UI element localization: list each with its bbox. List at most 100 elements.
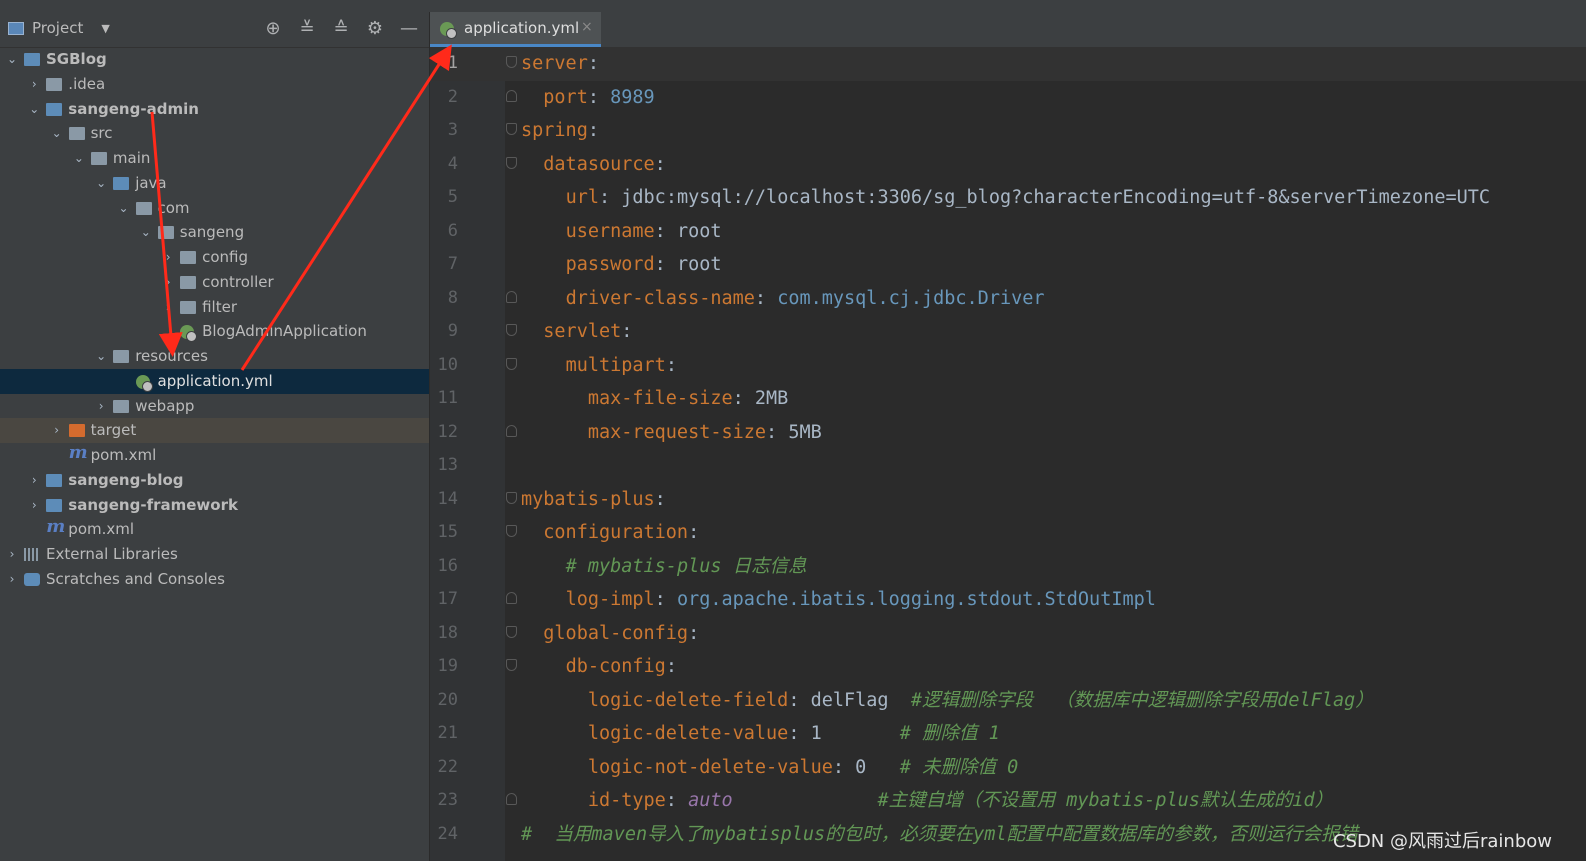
chevron-right-icon[interactable]: › xyxy=(51,418,63,443)
chevron-right-icon[interactable]: › xyxy=(28,72,40,97)
code-token: : xyxy=(832,756,856,778)
tree-row[interactable]: ⌄ sangeng xyxy=(0,220,429,245)
chevron-right-icon[interactable]: › xyxy=(6,567,18,592)
tree-row[interactable]: BlogAdminApplication xyxy=(0,319,429,344)
tree-item-label: pom.xml xyxy=(90,446,157,464)
csdn-watermark: CSDN @风雨过后rainbow xyxy=(1332,831,1552,852)
tree-row[interactable]: m pom.xml xyxy=(0,516,429,542)
fold-close-icon[interactable] xyxy=(506,793,517,805)
tree-row[interactable]: › Scratches and Consoles xyxy=(0,567,429,592)
tree-row[interactable]: ⌄ SGBlog xyxy=(0,47,429,72)
tree-row[interactable]: m pom.xml xyxy=(0,442,429,468)
chevron-down-icon[interactable]: ⌄ xyxy=(118,196,130,221)
fold-close-icon[interactable] xyxy=(506,89,517,102)
chevron-down-icon[interactable]: ⌄ xyxy=(28,97,40,122)
fold-open-icon[interactable] xyxy=(506,625,517,638)
code-line[interactable]: 22 logic-not-delete-value: 0 # 未删除值 0 xyxy=(430,751,1586,785)
maven-icon: m xyxy=(68,442,88,463)
code-line[interactable]: 16 # mybatis-plus 日志信息 xyxy=(430,550,1586,584)
chevron-right-icon[interactable]: › xyxy=(162,295,174,320)
code-line[interactable]: 17 log-impl: org.apache.ibatis.logging.s… xyxy=(430,583,1586,617)
tree-row[interactable]: ⌄ sangeng-admin xyxy=(0,97,429,122)
code-line[interactable]: 13 xyxy=(430,449,1586,483)
collapse-all-icon[interactable]: ≙ xyxy=(330,18,352,39)
locate-icon[interactable]: ⊕ xyxy=(262,18,284,39)
code-line[interactable]: 23 id-type: auto #主键自增（不设置用 mybatis-plus… xyxy=(430,784,1586,818)
tab-application-yml[interactable]: application.yml × xyxy=(430,12,601,47)
tree-row[interactable]: › External Libraries xyxy=(0,542,429,567)
chevron-down-icon[interactable]: ⌄ xyxy=(95,171,107,196)
code-token: driver-class-name xyxy=(565,287,755,309)
chevron-down-icon[interactable]: ⌄ xyxy=(73,146,85,171)
code-line[interactable]: 14 mybatis-plus: xyxy=(430,483,1586,517)
fold-open-icon[interactable] xyxy=(506,123,517,135)
code-line[interactable]: 15 configuration: xyxy=(430,516,1586,550)
tree-row[interactable]: › sangeng-blog xyxy=(0,468,429,493)
code-line[interactable]: 19 db-config: xyxy=(430,650,1586,684)
code-line[interactable]: 10 multipart: xyxy=(430,349,1586,383)
code-token: auto xyxy=(688,790,733,811)
settings-icon[interactable]: ⚙ xyxy=(364,18,386,39)
chevron-right-icon[interactable]: › xyxy=(162,245,174,270)
tree-row[interactable]: ⌄ com xyxy=(0,196,429,221)
chevron-right-icon[interactable]: › xyxy=(28,493,40,518)
code-line[interactable]: 5 url: jdbc:mysql://localhost:3306/sg_bl… xyxy=(430,181,1586,215)
tree-row[interactable]: › sangeng-framework xyxy=(0,493,429,518)
fold-open-icon[interactable] xyxy=(506,525,517,537)
code-line[interactable]: 20 logic-delete-field: delFlag #逻辑删除字段 （… xyxy=(430,684,1586,718)
chevron-right-icon[interactable]: › xyxy=(95,394,107,419)
fold-open-icon[interactable] xyxy=(506,324,517,336)
code-line[interactable]: 7 password: root xyxy=(430,248,1586,282)
libraries-icon xyxy=(24,548,40,561)
fold-open-icon[interactable] xyxy=(506,659,517,671)
chevron-right-icon[interactable]: › xyxy=(6,542,18,567)
hide-icon[interactable]: — xyxy=(398,18,420,39)
tree-row[interactable]: application.yml xyxy=(0,368,429,394)
code-line[interactable]: 1 server: xyxy=(430,47,1586,81)
chevron-down-icon[interactable]: ▼ xyxy=(101,22,109,35)
fold-close-icon[interactable] xyxy=(506,290,517,303)
tree-row[interactable]: ⌄ java xyxy=(0,171,429,196)
code-editor[interactable]: 1 server: 2 port: 8989 3 spring: 4 datasource… xyxy=(430,47,1586,861)
fold-open-icon[interactable] xyxy=(506,56,517,68)
tree-row[interactable]: › webapp xyxy=(0,394,429,419)
fold-close-icon[interactable] xyxy=(506,424,517,437)
code-line[interactable]: 6 username: root xyxy=(430,215,1586,249)
code-line[interactable]: 3 spring: xyxy=(430,114,1586,148)
fold-close-icon[interactable] xyxy=(506,592,517,604)
tree-row[interactable]: › target xyxy=(0,418,429,443)
module-folder-icon xyxy=(46,102,63,116)
tree-row[interactable]: › .idea xyxy=(0,72,429,97)
chevron-right-icon[interactable]: › xyxy=(162,270,174,295)
chevron-down-icon[interactable]: ⌄ xyxy=(51,121,63,146)
code-line[interactable]: 4 datasource: xyxy=(430,148,1586,182)
tree-row[interactable]: › controller xyxy=(0,270,429,295)
code-line[interactable]: 2 port: 8989 xyxy=(430,81,1586,115)
code-line[interactable]: 8 driver-class-name: com.mysql.cj.jdbc.D… xyxy=(430,282,1586,316)
tree-row[interactable]: › filter xyxy=(0,295,429,320)
code-token: port xyxy=(543,86,588,108)
fold-open-icon[interactable] xyxy=(506,357,517,370)
chevron-down-icon[interactable]: ⌄ xyxy=(140,220,152,245)
tree-row[interactable]: › config xyxy=(0,245,429,270)
code-line[interactable]: 21 logic-delete-value: 1 # 删除值 1 xyxy=(430,717,1586,751)
tree-row[interactable]: ⌄ resources xyxy=(0,344,429,369)
fold-open-icon[interactable] xyxy=(506,156,517,169)
close-icon[interactable]: × xyxy=(581,19,593,35)
line-number: 11 xyxy=(437,388,458,408)
code-line[interactable]: 18 global-config: xyxy=(430,617,1586,651)
fold-open-icon[interactable] xyxy=(506,491,517,504)
chevron-down-icon[interactable]: ⌄ xyxy=(6,47,18,72)
code-line[interactable]: 11 max-file-size: 2MB xyxy=(430,382,1586,416)
code-line[interactable]: 9 servlet: xyxy=(430,315,1586,349)
project-view-selector[interactable]: Project ▼ xyxy=(8,19,110,37)
code-line[interactable]: 12 max-request-size: 5MB xyxy=(430,416,1586,450)
tree-row[interactable]: ⌄ src xyxy=(0,121,429,146)
code-token: jdbc:mysql://localhost:3306/sg_blog?char… xyxy=(621,187,1491,208)
expand-all-icon[interactable]: ≚ xyxy=(296,18,318,39)
tree-row[interactable]: ⌄ main xyxy=(0,146,429,171)
chevron-down-icon[interactable]: ⌄ xyxy=(95,344,107,369)
chevron-right-icon[interactable]: › xyxy=(28,468,40,493)
